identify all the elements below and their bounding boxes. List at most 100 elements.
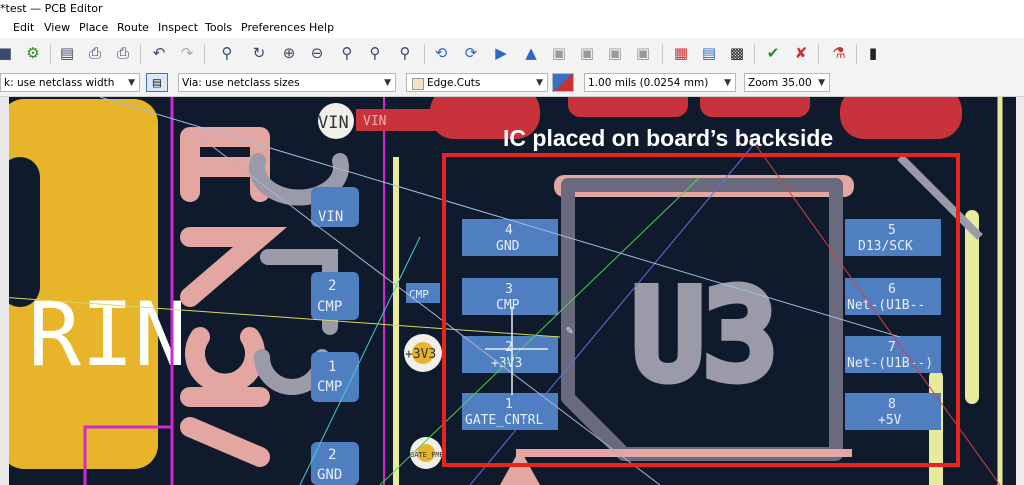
toolbar-separator — [50, 44, 51, 64]
ic-pad-7-net: Net-(U1B--) — [847, 356, 933, 371]
menu-route[interactable]: Route — [117, 18, 149, 38]
right-toolbar — [1016, 97, 1024, 485]
netlist-icon[interactable]: ▦ — [670, 42, 692, 64]
print-icon[interactable]: ⎙ — [84, 42, 106, 64]
refresh-icon[interactable]: ↻ — [248, 42, 270, 64]
console-icon[interactable]: ▮ — [862, 42, 884, 64]
zoom-in-icon[interactable]: ⊕ — [278, 42, 300, 64]
drc-icon[interactable]: ✔ — [762, 42, 784, 64]
menu-preferences[interactable]: Preferences — [241, 18, 306, 38]
via-mode-button[interactable]: ▤ — [146, 73, 168, 92]
via-gate-label: GATE_FMR — [410, 451, 445, 459]
menu-view[interactable]: View — [44, 18, 70, 38]
via-size-value: Via: use netclass sizes — [182, 77, 300, 89]
ungroup-icon[interactable]: ▣ — [576, 42, 598, 64]
menu-help[interactable]: Help — [309, 18, 334, 38]
menu-tools[interactable]: Tools — [205, 18, 232, 38]
ic-pad-3-num: 3 — [505, 282, 513, 297]
copper-pad — [840, 97, 962, 139]
chevron-down-icon: ▼ — [384, 78, 391, 88]
annotation-text: IC placed on board’s backside — [503, 125, 833, 151]
vin-label: VIN — [318, 113, 349, 133]
unlock-icon[interactable]: ▣ — [632, 42, 654, 64]
options-toolbar: k: use netclass width ▼ ▤ Via: use netcl… — [0, 70, 1024, 97]
ic-pad-5-num: 5 — [888, 223, 896, 238]
track-width-value: k: use netclass width — [4, 77, 115, 89]
layer-select[interactable]: Edge.Cuts ▼ — [406, 73, 548, 92]
pad-vin-text: VIN — [318, 209, 343, 225]
mirror-icon[interactable]: ▲ — [520, 42, 542, 64]
toolbar-separator — [140, 44, 141, 64]
grid-value: 1.00 mils (0.0254 mm) — [588, 77, 709, 89]
pad-1-net: CMP — [317, 379, 342, 395]
left-toolbar — [0, 97, 9, 485]
toolbar-separator — [818, 44, 819, 64]
pad-2-num: 2 — [328, 278, 336, 294]
ic-pad-7-num: 7 — [888, 340, 896, 355]
silk-rin: RIN — [28, 283, 187, 386]
pad-gnd-num: 2 — [328, 447, 336, 463]
ic-pad-6-net: Net-(U1B-- — [847, 298, 925, 313]
layer-value: Edge.Cuts — [427, 77, 481, 89]
find-icon[interactable]: ⚲ — [216, 42, 238, 64]
rotate-ccw-icon[interactable]: ⟲ — [430, 42, 452, 64]
zoom-objects-icon[interactable]: ⚲ — [364, 42, 386, 64]
ic-pad-3-net: CMP — [496, 298, 520, 313]
footprint-library-icon[interactable]: ▤ — [698, 42, 720, 64]
cursor-icon: ✎ — [566, 323, 573, 337]
toolbar-separator — [856, 44, 857, 64]
chevron-down-icon: ▼ — [536, 78, 543, 88]
toolbar-separator — [424, 44, 425, 64]
track-width-select[interactable]: k: use netclass width ▼ — [0, 73, 140, 92]
undo-icon[interactable]: ↶ — [148, 42, 170, 64]
silk-glyphs — [180, 127, 288, 467]
layer-swatch-icon — [412, 78, 424, 90]
chevron-down-icon: ▼ — [818, 78, 825, 88]
ic-pad-6-num: 6 — [888, 282, 896, 297]
save-icon[interactable]: ■ — [0, 42, 16, 64]
toolbar-separator — [754, 44, 755, 64]
rotate-cw-icon[interactable]: ⟳ — [460, 42, 482, 64]
ic-silk-bottom — [516, 449, 852, 457]
ic-pad-8-net: +5V — [878, 413, 902, 428]
pcb-canvas[interactable]: RIN VIN VIN VIN 2 CMP 1 CMP 2 GND CMP +3… — [0, 97, 1024, 485]
menu-bar: Edit View Place Route Inspect Tools Pref… — [0, 18, 1024, 39]
pcb-drawing: RIN VIN VIN VIN 2 CMP 1 CMP 2 GND CMP +3… — [0, 97, 1003, 485]
layer-pair-button[interactable] — [552, 73, 574, 92]
ic-reference: U3 — [632, 267, 777, 406]
title-bar: *test — PCB Editor — [0, 0, 1024, 18]
grid-select[interactable]: 1.00 mils (0.0254 mm) ▼ — [584, 73, 736, 92]
zoom-value: Zoom 35.00 — [748, 77, 812, 89]
page-settings-icon[interactable]: ▤ — [56, 42, 78, 64]
chevron-down-icon: ▼ — [128, 78, 135, 88]
ic-pad-8-num: 8 — [888, 397, 896, 412]
main-toolbar: ■ ⚙ ▤ ⎙ ⎙ ↶ ↷ ⚲ ↻ ⊕ ⊖ ⚲ ⚲ ⚲ ⟲ ⟳ ▶ ▲ ▣ ▣ … — [0, 38, 1024, 71]
toolbar-separator — [662, 44, 663, 64]
zoom-fit-icon[interactable]: ⚲ — [336, 42, 358, 64]
lock-icon[interactable]: ▣ — [604, 42, 626, 64]
zoom-select[interactable]: Zoom 35.00 ▼ — [744, 73, 830, 92]
ic-pad-1-num: 1 — [505, 397, 513, 412]
flip-icon[interactable]: ▶ — [490, 42, 512, 64]
window-title: *test — PCB Editor — [0, 2, 103, 15]
vin-net: VIN — [363, 114, 386, 129]
menu-edit[interactable]: Edit — [13, 18, 34, 38]
via-3v3-label: +3V3 — [405, 347, 436, 362]
footprint-editor-icon[interactable]: ▩ — [726, 42, 748, 64]
via-size-select[interactable]: Via: use netclass sizes ▼ — [178, 73, 396, 92]
ic-pad-1-net: GATE_CNTRL — [465, 413, 543, 428]
zoom-selection-icon[interactable]: ⚲ — [394, 42, 416, 64]
menu-inspect[interactable]: Inspect — [158, 18, 198, 38]
toolbar-separator — [204, 44, 205, 64]
erc-icon[interactable]: ✘ — [790, 42, 812, 64]
pad-2-net: CMP — [317, 299, 342, 315]
group-icon[interactable]: ▣ — [548, 42, 570, 64]
board-setup-icon[interactable]: ⚙ — [22, 42, 44, 64]
pad-gnd-net: GND — [317, 467, 342, 483]
zoom-out-icon[interactable]: ⊖ — [306, 42, 328, 64]
menu-place[interactable]: Place — [79, 18, 108, 38]
redo-icon[interactable]: ↷ — [176, 42, 198, 64]
scripting-icon[interactable]: ⚗ — [828, 42, 850, 64]
plot-icon[interactable]: ⎙ — [112, 42, 134, 64]
chevron-down-icon: ▼ — [724, 78, 731, 88]
